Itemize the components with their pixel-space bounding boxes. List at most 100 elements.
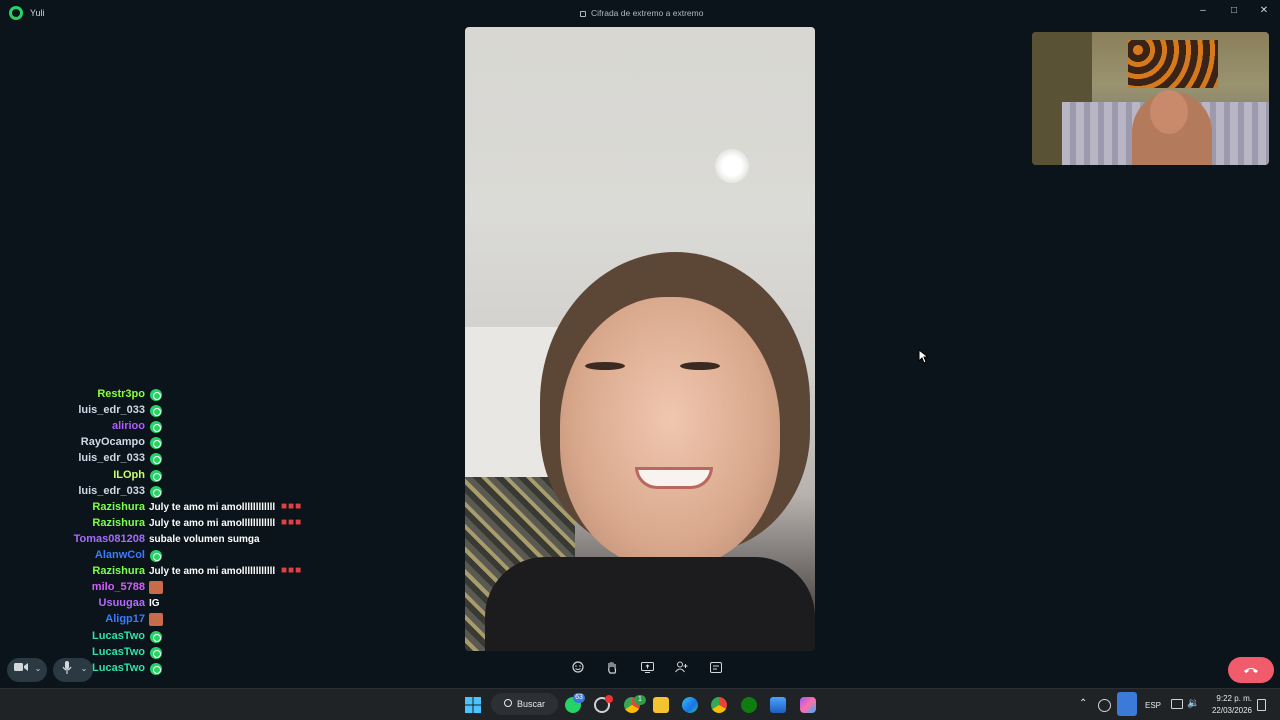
- tray-overflow-chevron-icon[interactable]: ⌃: [1079, 698, 1087, 709]
- chat-message: Razishura July te amo mi amollllllllllll ■…: [0, 517, 340, 531]
- maximize-button[interactable]: □: [1227, 4, 1241, 18]
- chat-message: LucasTwo: [0, 646, 340, 660]
- heart-emote-icon: ■■■: [281, 500, 303, 512]
- chat-username: ILOph: [113, 468, 145, 481]
- minimize-button[interactable]: –: [1196, 4, 1210, 18]
- chat-username: luis_edr_033: [78, 484, 145, 497]
- mic-options-chevron-icon[interactable]: ⌄: [76, 661, 92, 677]
- chat-message: Aligp17: [0, 613, 340, 627]
- jacket: [485, 557, 815, 651]
- chat-message: LucasTwo: [0, 630, 340, 644]
- chat-username: luis_edr_033: [78, 452, 145, 465]
- volume-icon[interactable]: 🔉: [1187, 698, 1199, 709]
- taskbar-search[interactable]: Buscar: [491, 693, 558, 715]
- chat-username: Aligp17: [105, 613, 145, 626]
- network-icon[interactable]: [1171, 699, 1183, 709]
- chat-message: luis_edr_033: [0, 452, 340, 466]
- ceiling-light: [715, 149, 749, 183]
- chat-message: Restr3po: [0, 388, 340, 402]
- self-head: [1150, 90, 1188, 134]
- store-app-icon[interactable]: [770, 697, 786, 713]
- share-screen-icon[interactable]: [639, 661, 655, 677]
- search-label: Buscar: [517, 699, 546, 709]
- remote-video: [465, 27, 815, 651]
- camera-icon: [13, 661, 29, 677]
- whatsapp-badge-icon: [150, 389, 162, 401]
- chat-username: Razishura: [92, 516, 145, 529]
- chat-username: Tomas081208: [73, 532, 145, 545]
- chat-username: Usuugaa: [98, 597, 145, 610]
- self-curtain: [1128, 40, 1218, 88]
- image-emote-icon: [149, 613, 163, 627]
- raise-hand-icon[interactable]: [604, 661, 620, 677]
- chat-message: Razishura July te amo mi amollllllllllll ■…: [0, 501, 340, 515]
- whatsapp-badge-icon: [150, 421, 162, 434]
- chat-message: Razishura July te amo mi amollllllllllll ■…: [0, 565, 340, 579]
- clock-time[interactable]: 9:22 p. m.: [1212, 694, 1252, 703]
- chat-username: Razishura: [92, 500, 145, 513]
- chat-message: luis_edr_033: [0, 485, 340, 499]
- chrome-icon[interactable]: [711, 697, 727, 713]
- title-bar: Yuli Cifrada de extremo a extremo – □ ✕: [0, 0, 1280, 26]
- notification-dot: [605, 695, 613, 703]
- chat-message: alirioo: [0, 420, 340, 434]
- add-person-icon[interactable]: [673, 661, 689, 677]
- chat-username: alirioo: [111, 420, 145, 433]
- contact-name: Yuli: [30, 8, 45, 18]
- chat-text: July te amo mi amollllllllllll: [149, 501, 276, 513]
- chat-icon[interactable]: [708, 661, 724, 677]
- whatsapp-badge-icon: [150, 630, 162, 643]
- chat-message: milo_5788: [0, 581, 340, 595]
- end-call-button[interactable]: [1228, 657, 1274, 683]
- chat-username: LucasTwo: [92, 645, 145, 658]
- chat-text: July te amo mi amollllllllllll: [149, 566, 276, 578]
- close-button[interactable]: ✕: [1257, 4, 1271, 18]
- microphone-active-icon[interactable]: [1117, 692, 1137, 716]
- chat-username: luis_edr_033: [78, 404, 145, 417]
- lock-icon: [580, 11, 586, 17]
- whatsapp-badge-icon: [150, 646, 162, 659]
- camera-options-chevron-icon[interactable]: ⌄: [30, 661, 46, 677]
- chat-message: Tomas081208 subale volumen sumga: [0, 533, 340, 547]
- chat-username: LucasTwo: [92, 629, 145, 642]
- face: [560, 297, 780, 567]
- chat-username: Restr3po: [97, 388, 145, 400]
- chat-message: Usuugaa IG: [0, 597, 340, 611]
- whatsapp-badge-icon: [150, 550, 162, 562]
- chat-message: AlanwCol: [0, 549, 340, 563]
- chat-message: luis_edr_033: [0, 404, 340, 418]
- chat-text: July te amo mi amollllllllllll: [149, 517, 276, 529]
- chat-username: AlanwCol: [94, 549, 145, 561]
- chat-text: subale volumen sumga: [149, 533, 260, 545]
- encryption-notice: Cifrada de extremo a extremo: [580, 8, 703, 18]
- self-preview-video[interactable]: [1032, 32, 1269, 165]
- whatsapp-badge-icon: [150, 437, 162, 450]
- whatsapp-badge-icon: [150, 469, 162, 482]
- chat-username: RayOcampo: [80, 436, 145, 449]
- whatsapp-logo-icon: [9, 6, 23, 20]
- clock-date[interactable]: 22/03/2026: [1208, 706, 1252, 715]
- mouse-cursor-icon: [918, 349, 928, 364]
- edge-icon[interactable]: [682, 697, 698, 713]
- chat-username: Razishura: [92, 565, 145, 578]
- whatsapp-badge-icon: [150, 485, 162, 498]
- emoji-icon[interactable]: [570, 661, 586, 677]
- file-explorer-icon[interactable]: [653, 697, 669, 713]
- chat-overlay: Restr3po luis_edr_033 alirioo RayOcampo luis…: [0, 375, 340, 680]
- image-emote-icon: [149, 581, 163, 595]
- chat-username: milo_5788: [91, 581, 145, 594]
- mic-icon: [59, 661, 75, 677]
- heart-emote-icon: ■■■: [281, 565, 303, 577]
- copilot-icon[interactable]: [800, 697, 816, 713]
- chat-message: LucasTwo: [0, 662, 340, 676]
- heart-emote-icon: ■■■: [281, 516, 303, 528]
- whatsapp-badge-icon: [150, 405, 162, 418]
- xbox-icon[interactable]: [741, 697, 757, 713]
- whatsapp-unread-badge: 63: [573, 693, 585, 703]
- eye-left: [585, 362, 625, 370]
- language-indicator[interactable]: ESP: [1145, 701, 1161, 710]
- chat-message: ILOph: [0, 469, 340, 483]
- sync-icon[interactable]: [1098, 699, 1111, 712]
- notifications-icon[interactable]: [1257, 699, 1266, 711]
- windows-start-icon[interactable]: [465, 697, 481, 713]
